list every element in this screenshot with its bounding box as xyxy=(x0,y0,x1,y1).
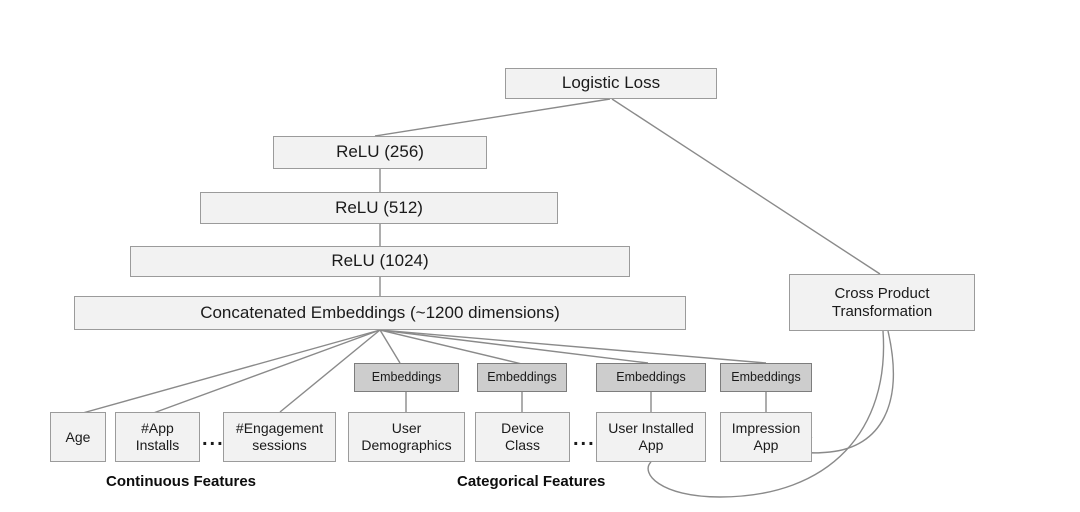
edge-concat-to-age xyxy=(71,329,381,417)
node-feature-device-class[interactable]: Device Class xyxy=(475,412,570,462)
group-label-continuous-features: Continuous Features xyxy=(106,473,257,490)
edge-concat-to-appinstalls xyxy=(147,329,381,416)
node-feature-engagement-line-1: #Engagement xyxy=(235,420,324,437)
node-embeddings-impression-app[interactable]: Embeddings xyxy=(720,363,812,392)
edge-loss-to-relu256 xyxy=(374,98,611,137)
node-feature-engagement-sessions[interactable]: #Engagement sessions xyxy=(223,412,336,462)
node-embeddings-label-1: Embeddings xyxy=(371,370,442,385)
node-feature-user-demographics-line-1: User xyxy=(391,420,422,437)
node-feature-app-installs[interactable]: #App Installs xyxy=(115,412,200,462)
edge-crossproduct-to-impressionapp xyxy=(799,330,895,454)
node-embeddings-user-installed-app[interactable]: Embeddings xyxy=(596,363,706,392)
node-relu-256[interactable]: ReLU (256) xyxy=(273,136,487,169)
node-feature-impression-app-line-1: Impression xyxy=(731,420,801,437)
node-concatenated-embeddings[interactable]: Concatenated Embeddings (~1200 dimension… xyxy=(74,296,686,330)
edge-concat-to-embeddings-3 xyxy=(379,329,649,364)
node-feature-user-demographics-line-2: Demographics xyxy=(361,437,452,453)
node-cross-product-line-2: Transformation xyxy=(831,302,933,320)
node-cross-product-line-1: Cross Product xyxy=(834,284,930,302)
node-relu-1024[interactable]: ReLU (1024) xyxy=(130,246,630,277)
node-relu-512-label: ReLU (512) xyxy=(335,197,423,217)
node-feature-device-class-line-1: Device xyxy=(501,420,544,437)
node-feature-user-installed-app-line-1: User Installed xyxy=(608,420,694,437)
node-relu-512[interactable]: ReLU (512) xyxy=(200,192,558,224)
node-concatenated-embeddings-label: Concatenated Embeddings (~1200 dimension… xyxy=(200,302,560,322)
categorical-ellipsis: ... xyxy=(573,428,596,450)
edge-concat-to-embeddings-1 xyxy=(379,329,401,364)
node-embeddings-label-2: Embeddings xyxy=(487,370,557,385)
node-feature-app-installs-line-2: Installs xyxy=(135,437,180,453)
node-feature-user-installed-app-line-2: App xyxy=(638,437,664,453)
node-embeddings-device-class[interactable]: Embeddings xyxy=(477,363,567,392)
node-feature-impression-app-line-2: App xyxy=(753,437,779,453)
node-feature-user-demographics[interactable]: User Demographics xyxy=(348,412,465,462)
node-feature-user-installed-app[interactable]: User Installed App xyxy=(596,412,706,462)
node-logistic-loss[interactable]: Logistic Loss xyxy=(505,68,717,99)
node-cross-product-transformation[interactable]: Cross Product Transformation xyxy=(789,274,975,331)
continuous-ellipsis: ... xyxy=(202,428,225,450)
node-feature-impression-app[interactable]: Impression App xyxy=(720,412,812,462)
diagram-canvas: Logistic Loss ReLU (256) ReLU (512) ReLU… xyxy=(0,0,1080,512)
node-feature-age-label: Age xyxy=(65,428,91,445)
edge-concat-to-embeddings-2 xyxy=(379,329,523,365)
node-embeddings-label-4: Embeddings xyxy=(731,370,801,385)
node-relu-1024-label: ReLU (1024) xyxy=(331,251,429,271)
node-feature-engagement-line-2: sessions xyxy=(252,437,307,453)
edge-concat-to-embeddings-4 xyxy=(379,329,767,364)
group-label-categorical-features: Categorical Features xyxy=(457,473,606,490)
node-relu-256-label: ReLU (256) xyxy=(336,142,424,162)
node-embeddings-label-3: Embeddings xyxy=(616,370,686,385)
node-feature-app-installs-line-1: #App xyxy=(141,420,174,437)
edge-loss-to-crossproduct xyxy=(611,98,881,275)
node-feature-age[interactable]: Age xyxy=(50,412,106,462)
node-logistic-loss-label: Logistic Loss xyxy=(561,73,661,93)
node-feature-device-class-line-2: Class xyxy=(504,437,540,453)
node-embeddings-user-demographics[interactable]: Embeddings xyxy=(354,363,459,392)
